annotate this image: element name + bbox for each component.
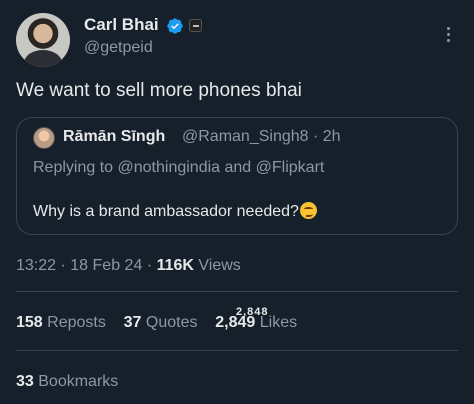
more-options-icon[interactable]	[445, 27, 451, 47]
quoted-author-avatar[interactable]	[33, 127, 55, 149]
quoted-tweet-text: Why is a brand ambassador needed?	[33, 202, 317, 221]
likes-stat[interactable]: 2,849 Likes	[215, 314, 297, 331]
smirking-face-emoji	[299, 202, 317, 219]
engagement-stats: 158 Reposts 37 Quotes 2,849 Likes	[16, 314, 297, 332]
quotes-label: Quotes	[145, 314, 198, 331]
replying-to-flipkart[interactable]: @Flipkart	[256, 159, 325, 176]
tweet-date[interactable]: 18 Feb 24	[70, 257, 142, 274]
bookmarks-label: Bookmarks	[38, 373, 119, 390]
views-label: Views	[198, 257, 241, 274]
likes-label: Likes	[259, 314, 298, 331]
quoted-author-handle[interactable]: @Raman_Singh8	[182, 128, 309, 145]
bookmarks-count: 33	[16, 373, 34, 390]
quoted-tweet-body: Why is a brand ambassador needed?	[33, 203, 299, 220]
verified-badge-icon[interactable]	[166, 17, 184, 35]
tweet-text: We want to sell more phones bhai	[16, 80, 302, 101]
replying-and: and	[224, 159, 252, 176]
tweet-meta: 13:22 · 18 Feb 24 · 116K Views	[16, 257, 241, 275]
divider	[16, 291, 458, 292]
quotes-count: 37	[123, 314, 142, 331]
meta-dot: ·	[146, 257, 153, 274]
divider	[16, 350, 458, 351]
quoted-author-name[interactable]: Rāmān Sīngh	[63, 128, 165, 146]
quoted-separator: ·	[313, 128, 319, 145]
author-avatar[interactable]	[16, 13, 70, 67]
replying-to-line: Replying to @nothingindia and @Flipkart	[33, 159, 324, 177]
replying-to-nothingindia[interactable]: @nothingindia	[118, 159, 221, 176]
affiliation-badge-icon[interactable]	[189, 19, 202, 32]
author-handle[interactable]: @getpeid	[84, 39, 153, 57]
views-count: 116K	[156, 257, 194, 274]
quoted-time[interactable]: 2h	[323, 128, 341, 145]
tweet-time[interactable]: 13:22	[16, 257, 56, 274]
replying-prefix: Replying to	[33, 159, 114, 176]
author-name[interactable]: Carl Bhai	[84, 15, 159, 35]
reposts-count: 158	[16, 314, 43, 331]
meta-dot: ·	[60, 257, 66, 274]
reposts-label: Reposts	[47, 314, 106, 331]
quotes-stat[interactable]: 37 Quotes	[124, 314, 198, 331]
quoted-author-meta: @Raman_Singh8 · 2h	[182, 128, 341, 146]
avatar-shirt	[24, 50, 62, 67]
likes-count: 2,849	[215, 314, 256, 331]
bookmarks-stat[interactable]: 33 Bookmarks	[16, 373, 118, 391]
reposts-stat[interactable]: 158 Reposts	[16, 314, 106, 331]
